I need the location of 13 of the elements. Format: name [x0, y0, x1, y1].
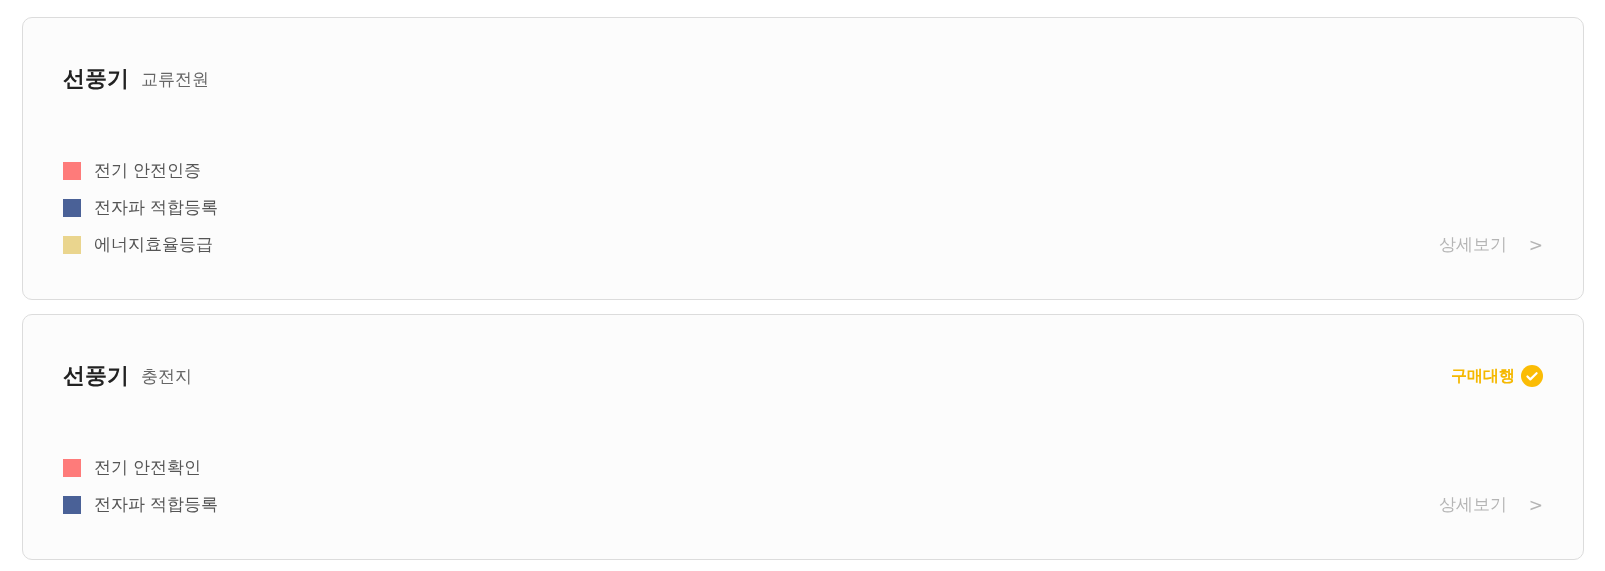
product-title: 선풍기 — [63, 362, 129, 390]
purchase-agent-label: 구매대행 — [1451, 365, 1515, 387]
certification-label: 전기 안전확인 — [94, 456, 202, 479]
certification-label: 에너지효율등급 — [94, 233, 213, 256]
power-type: 충전지 — [141, 364, 192, 388]
certification-label: 전자파 적합등록 — [94, 196, 219, 219]
power-type: 교류전원 — [141, 67, 209, 91]
check-circle-icon — [1521, 365, 1543, 387]
product-title: 선풍기 — [63, 65, 129, 93]
certification-label: 전기 안전인증 — [94, 159, 202, 182]
details-link[interactable]: 상세보기 > — [1438, 486, 1543, 523]
details-link[interactable]: 상세보기 > — [1438, 226, 1543, 263]
certification-label: 전자파 적합등록 — [94, 493, 219, 516]
